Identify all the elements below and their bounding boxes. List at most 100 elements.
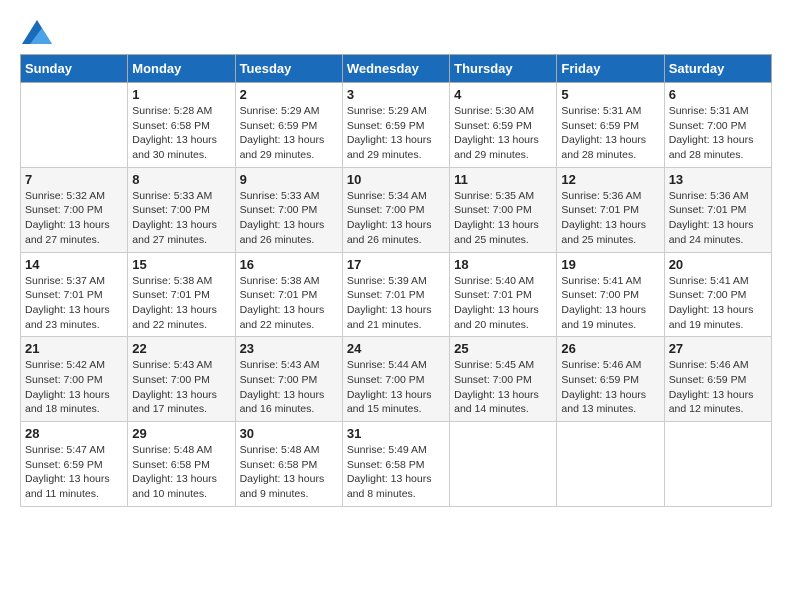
day-cell — [557, 422, 664, 507]
day-header-thursday: Thursday — [450, 55, 557, 83]
day-cell: 25Sunrise: 5:45 AM Sunset: 7:00 PM Dayli… — [450, 337, 557, 422]
day-number: 24 — [347, 341, 445, 356]
day-info: Sunrise: 5:29 AM Sunset: 6:59 PM Dayligh… — [240, 104, 338, 163]
day-number: 18 — [454, 257, 552, 272]
day-number: 2 — [240, 87, 338, 102]
day-cell — [450, 422, 557, 507]
logo-icon — [22, 20, 52, 44]
day-info: Sunrise: 5:47 AM Sunset: 6:59 PM Dayligh… — [25, 443, 123, 502]
day-info: Sunrise: 5:44 AM Sunset: 7:00 PM Dayligh… — [347, 358, 445, 417]
day-number: 16 — [240, 257, 338, 272]
day-cell: 13Sunrise: 5:36 AM Sunset: 7:01 PM Dayli… — [664, 167, 771, 252]
day-number: 28 — [25, 426, 123, 441]
day-number: 10 — [347, 172, 445, 187]
days-header-row: SundayMondayTuesdayWednesdayThursdayFrid… — [21, 55, 772, 83]
day-info: Sunrise: 5:34 AM Sunset: 7:00 PM Dayligh… — [347, 189, 445, 248]
day-info: Sunrise: 5:46 AM Sunset: 6:59 PM Dayligh… — [561, 358, 659, 417]
day-cell: 14 Sunrise: 5:37 AM Sunset: 7:01 PM Dayli… — [21, 252, 128, 337]
day-info: Sunrise: 5:31 AM Sunset: 6:59 PM Dayligh… — [561, 104, 659, 163]
day-cell: 27Sunrise: 5:46 AM Sunset: 6:59 PM Dayli… — [664, 337, 771, 422]
day-info: Sunrise: 5:33 AM Sunset: 7:00 PM Dayligh… — [132, 189, 230, 248]
day-number: 22 — [132, 341, 230, 356]
week-row-2: 7 Sunrise: 5:32 AM Sunset: 7:00 PM Daylig… — [21, 167, 772, 252]
day-cell: 26 Sunrise: 5:46 AM Sunset: 6:59 PM Dayli… — [557, 337, 664, 422]
day-header-tuesday: Tuesday — [235, 55, 342, 83]
day-header-sunday: Sunday — [21, 55, 128, 83]
day-info: Sunrise: 5:43 AM Sunset: 7:00 PM Dayligh… — [132, 358, 230, 417]
day-info: Sunrise: 5:38 AM Sunset: 7:01 PM Dayligh… — [240, 274, 338, 333]
day-info: Sunrise: 5:32 AM Sunset: 7:00 PM Dayligh… — [25, 189, 123, 248]
day-info: Sunrise: 5:48 AM Sunset: 6:58 PM Dayligh… — [240, 443, 338, 502]
day-number: 20 — [669, 257, 767, 272]
day-cell: 18 Sunrise: 5:40 AM Sunset: 7:01 PM Dayli… — [450, 252, 557, 337]
day-cell: 5 Sunrise: 5:31 AM Sunset: 6:59 PM Daylig… — [557, 83, 664, 168]
day-number: 31 — [347, 426, 445, 441]
logo — [20, 20, 52, 44]
day-cell: 30 Sunrise: 5:48 AM Sunset: 6:58 PM Dayli… — [235, 422, 342, 507]
day-cell: 11Sunrise: 5:35 AM Sunset: 7:00 PM Dayli… — [450, 167, 557, 252]
day-cell — [21, 83, 128, 168]
day-number: 4 — [454, 87, 552, 102]
day-cell: 3 Sunrise: 5:29 AM Sunset: 6:59 PM Daylig… — [342, 83, 449, 168]
day-info: Sunrise: 5:49 AM Sunset: 6:58 PM Dayligh… — [347, 443, 445, 502]
calendar-table: SundayMondayTuesdayWednesdayThursdayFrid… — [20, 54, 772, 507]
day-header-saturday: Saturday — [664, 55, 771, 83]
week-row-4: 21Sunrise: 5:42 AM Sunset: 7:00 PM Dayli… — [21, 337, 772, 422]
day-number: 8 — [132, 172, 230, 187]
day-info: Sunrise: 5:33 AM Sunset: 7:00 PM Dayligh… — [240, 189, 338, 248]
day-cell: 23Sunrise: 5:43 AM Sunset: 7:00 PM Dayli… — [235, 337, 342, 422]
day-cell: 9 Sunrise: 5:33 AM Sunset: 7:00 PM Daylig… — [235, 167, 342, 252]
day-cell: 20 Sunrise: 5:41 AM Sunset: 7:00 PM Dayli… — [664, 252, 771, 337]
day-header-wednesday: Wednesday — [342, 55, 449, 83]
day-info: Sunrise: 5:43 AM Sunset: 7:00 PM Dayligh… — [240, 358, 338, 417]
day-info: Sunrise: 5:39 AM Sunset: 7:01 PM Dayligh… — [347, 274, 445, 333]
day-info: Sunrise: 5:40 AM Sunset: 7:01 PM Dayligh… — [454, 274, 552, 333]
day-number: 6 — [669, 87, 767, 102]
day-info: Sunrise: 5:29 AM Sunset: 6:59 PM Dayligh… — [347, 104, 445, 163]
page-header — [20, 20, 772, 44]
day-cell: 24 Sunrise: 5:44 AM Sunset: 7:00 PM Dayli… — [342, 337, 449, 422]
day-cell: 15Sunrise: 5:38 AM Sunset: 7:01 PM Dayli… — [128, 252, 235, 337]
day-number: 19 — [561, 257, 659, 272]
day-number: 1 — [132, 87, 230, 102]
day-number: 26 — [561, 341, 659, 356]
day-header-friday: Friday — [557, 55, 664, 83]
day-number: 14 — [25, 257, 123, 272]
day-number: 3 — [347, 87, 445, 102]
day-info: Sunrise: 5:36 AM Sunset: 7:01 PM Dayligh… — [669, 189, 767, 248]
day-number: 9 — [240, 172, 338, 187]
day-info: Sunrise: 5:41 AM Sunset: 7:00 PM Dayligh… — [561, 274, 659, 333]
day-number: 7 — [25, 172, 123, 187]
day-info: Sunrise: 5:46 AM Sunset: 6:59 PM Dayligh… — [669, 358, 767, 417]
day-cell: 6Sunrise: 5:31 AM Sunset: 7:00 PM Daylig… — [664, 83, 771, 168]
day-cell: 19 Sunrise: 5:41 AM Sunset: 7:00 PM Dayli… — [557, 252, 664, 337]
day-number: 30 — [240, 426, 338, 441]
day-cell: 2 Sunrise: 5:29 AM Sunset: 6:59 PM Daylig… — [235, 83, 342, 168]
day-info: Sunrise: 5:30 AM Sunset: 6:59 PM Dayligh… — [454, 104, 552, 163]
day-info: Sunrise: 5:48 AM Sunset: 6:58 PM Dayligh… — [132, 443, 230, 502]
day-cell: 4 Sunrise: 5:30 AM Sunset: 6:59 PM Daylig… — [450, 83, 557, 168]
day-cell: 22 Sunrise: 5:43 AM Sunset: 7:00 PM Dayli… — [128, 337, 235, 422]
day-number: 25 — [454, 341, 552, 356]
day-info: Sunrise: 5:37 AM Sunset: 7:01 PM Dayligh… — [25, 274, 123, 333]
day-cell: 16 Sunrise: 5:38 AM Sunset: 7:01 PM Dayli… — [235, 252, 342, 337]
day-info: Sunrise: 5:41 AM Sunset: 7:00 PM Dayligh… — [669, 274, 767, 333]
day-info: Sunrise: 5:28 AM Sunset: 6:58 PM Dayligh… — [132, 104, 230, 163]
day-number: 21 — [25, 341, 123, 356]
week-row-5: 28 Sunrise: 5:47 AM Sunset: 6:59 PM Dayli… — [21, 422, 772, 507]
day-cell: 17 Sunrise: 5:39 AM Sunset: 7:01 PM Dayli… — [342, 252, 449, 337]
day-cell: 7 Sunrise: 5:32 AM Sunset: 7:00 PM Daylig… — [21, 167, 128, 252]
day-cell: 1 Sunrise: 5:28 AM Sunset: 6:58 PM Daylig… — [128, 83, 235, 168]
week-row-1: 1 Sunrise: 5:28 AM Sunset: 6:58 PM Daylig… — [21, 83, 772, 168]
day-cell — [664, 422, 771, 507]
week-row-3: 14 Sunrise: 5:37 AM Sunset: 7:01 PM Dayli… — [21, 252, 772, 337]
day-cell: 21Sunrise: 5:42 AM Sunset: 7:00 PM Dayli… — [21, 337, 128, 422]
day-number: 11 — [454, 172, 552, 187]
day-cell: 29 Sunrise: 5:48 AM Sunset: 6:58 PM Dayli… — [128, 422, 235, 507]
day-cell: 8 Sunrise: 5:33 AM Sunset: 7:00 PM Daylig… — [128, 167, 235, 252]
day-number: 29 — [132, 426, 230, 441]
day-cell: 28 Sunrise: 5:47 AM Sunset: 6:59 PM Dayli… — [21, 422, 128, 507]
day-number: 5 — [561, 87, 659, 102]
day-cell: 10 Sunrise: 5:34 AM Sunset: 7:00 PM Dayli… — [342, 167, 449, 252]
day-number: 17 — [347, 257, 445, 272]
